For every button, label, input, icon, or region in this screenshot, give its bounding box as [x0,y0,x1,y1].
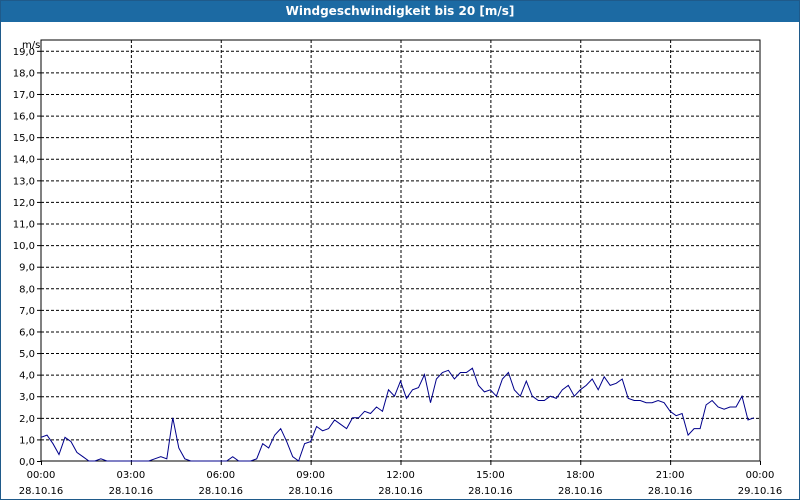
x-tick-time-label: 12:00 [386,470,415,481]
y-tick-label: 3,0 [19,392,35,403]
x-tick-date-label: 28.10.16 [19,486,64,497]
x-tick-time-label: 09:00 [296,470,325,481]
x-tick-time-label: 18:00 [566,470,595,481]
x-tick-date-label: 28.10.16 [468,486,513,497]
x-tick-time-label: 00:00 [746,470,775,481]
y-tick-label: 13,0 [13,176,35,187]
x-tick-date-label: 29.10.16 [738,486,783,497]
y-tick-label: 10,0 [13,241,35,252]
y-tick-label: 6,0 [19,327,35,338]
x-tick-date-label: 28.10.16 [558,486,603,497]
y-tick-label: 5,0 [19,349,35,360]
y-tick-label: 17,0 [13,90,35,101]
y-tick-label: 14,0 [13,155,35,166]
grid-lines [41,40,760,461]
y-tick-label: 0,0 [19,457,35,468]
y-tick-label: 4,0 [19,371,35,382]
x-tick-date-label: 28.10.16 [198,486,243,497]
y-tick-label: 16,0 [13,112,35,123]
x-tick-date-label: 28.10.16 [109,486,154,497]
y-tick-label: 2,0 [19,414,35,425]
y-tick-label: 9,0 [19,263,35,274]
x-tick-time-label: 00:00 [27,470,56,481]
x-tick-time-label: 21:00 [656,470,685,481]
x-tick-time-label: 03:00 [116,470,145,481]
y-tick-label: 12,0 [13,198,35,209]
y-tick-label: 15,0 [13,133,35,144]
y-tick-label: 19,0 [13,47,35,58]
x-axis-ticks: 00:00 28.10.16 03:00 28.10.16 06:00 28.10.16 0… [19,461,783,497]
y-tick-label: 11,0 [13,220,35,231]
y-tick-label: 18,0 [13,68,35,79]
wind-speed-line [40,367,755,462]
y-tick-label: 8,0 [19,284,35,295]
y-tick-label: 7,0 [19,306,35,317]
x-tick-time-label: 06:00 [206,470,235,481]
y-tick-label: 1,0 [19,435,35,446]
x-tick-date-label: 28.10.16 [648,486,693,497]
wind-speed-chart: m/s 0,01,02,03,04,05,06,07,08,09,010,011… [13,39,783,497]
x-tick-time-label: 15:00 [476,470,505,481]
x-tick-date-label: 28.10.16 [288,486,333,497]
x-tick-date-label: 28.10.16 [378,486,423,497]
y-axis-ticks: 0,0 1,0 2,0 3,0 4,0 5,0 6,0 7,0 8,0 9,0 10,0 11,0 12… [13,47,41,468]
